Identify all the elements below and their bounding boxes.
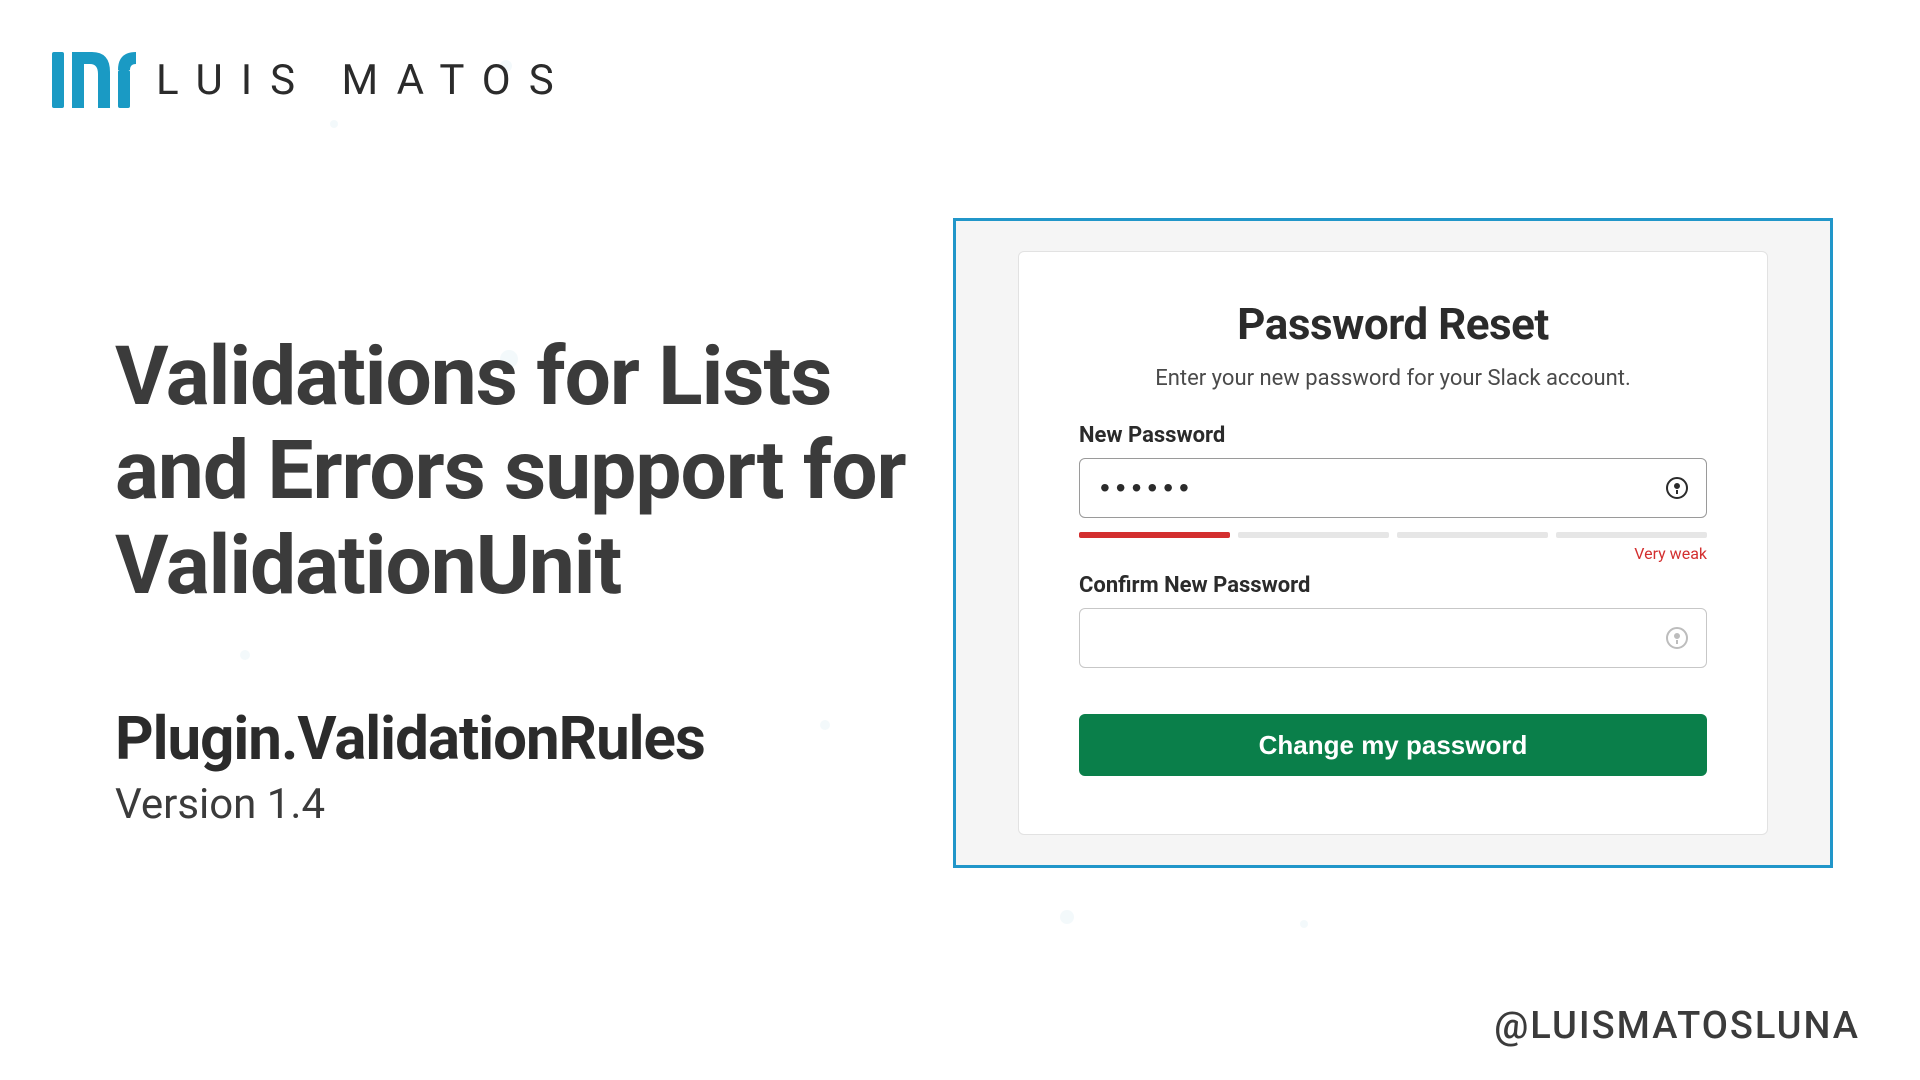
strength-segment [1238,532,1389,538]
slide-version: Version 1.4 [115,780,935,829]
confirm-password-group: Confirm New Password [1079,573,1707,668]
new-password-input[interactable] [1079,458,1707,518]
brand-name: LUIS MATOS [156,56,572,105]
confirm-password-input-wrap [1079,608,1707,668]
form-title: Password Reset [1079,298,1707,350]
slide-subtitle: Plugin.ValidationRules [115,703,935,774]
change-password-button[interactable]: Change my password [1079,714,1707,776]
slide-title: Validations for Lists and Errors support… [115,330,935,613]
strength-segment [1079,532,1230,538]
password-reset-card: Password Reset Enter your new password f… [1018,251,1768,835]
strength-segment [1556,532,1707,538]
new-password-input-wrap [1079,458,1707,518]
toggle-visibility-icon[interactable] [1665,476,1689,500]
password-strength-label: Very weak [1079,544,1707,563]
confirm-password-label: Confirm New Password [1079,573,1707,598]
new-password-label: New Password [1079,423,1707,448]
header: LUIS MATOS [50,50,572,110]
new-password-group: New Password Very weak [1079,423,1707,563]
slide-text-block: Validations for Lists and Errors support… [115,330,935,829]
form-subtitle: Enter your new password for your Slack a… [1079,366,1707,391]
toggle-visibility-icon[interactable] [1665,626,1689,650]
social-handle: @LUISMATOSLUNA [1494,1004,1860,1048]
form-frame: Password Reset Enter your new password f… [953,218,1833,868]
strength-segment [1397,532,1548,538]
password-strength-bar [1079,532,1707,538]
confirm-password-input[interactable] [1079,608,1707,668]
brand-logo-icon [50,50,138,110]
